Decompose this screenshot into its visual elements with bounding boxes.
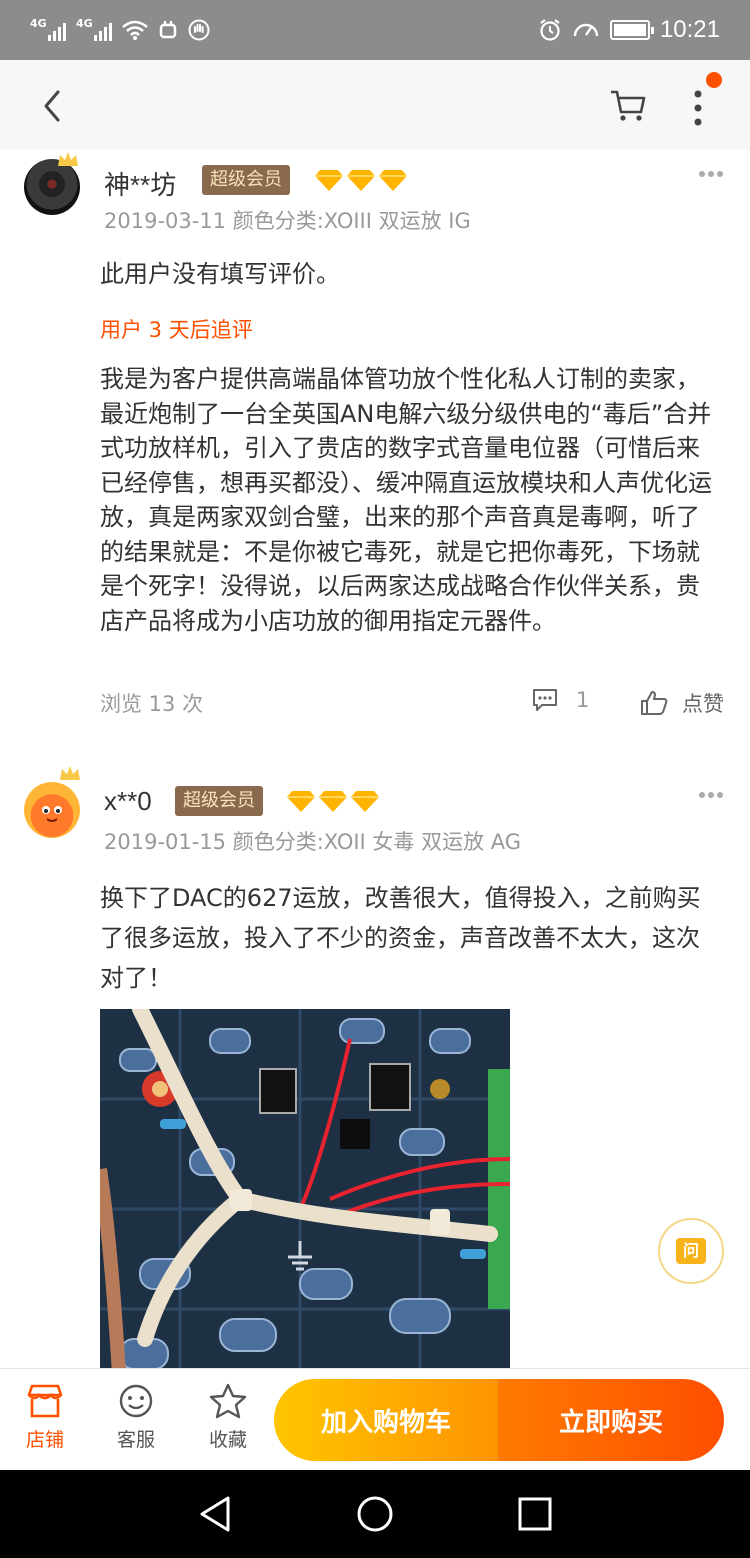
diamond-icon xyxy=(287,791,315,812)
mascot-face-icon xyxy=(42,806,62,822)
signal-icon: 4G xyxy=(76,17,112,41)
comment-count: 1 xyxy=(576,688,590,712)
favorite-button[interactable]: 收藏 xyxy=(193,1383,263,1452)
vip-badge: 超级会员 xyxy=(175,786,263,816)
ask-icon: 问 xyxy=(676,1238,706,1264)
customer-service-button[interactable]: 客服 xyxy=(101,1383,171,1452)
crown-icon xyxy=(60,766,80,780)
thumbs-up-icon xyxy=(641,691,668,715)
like-button[interactable]: 点赞 xyxy=(640,688,724,718)
review-meta: 2019-01-15 颜色分类:XOII 女毒 双运放 AG xyxy=(104,830,522,854)
wifi-icon xyxy=(122,20,148,40)
status-bar: 4G 4G 10:21 xyxy=(0,0,750,60)
view-count: 浏览 13 次 xyxy=(100,692,204,716)
status-left: 4G 4G xyxy=(30,17,210,41)
system-navigation-bar xyxy=(0,1470,750,1558)
diamond-icon xyxy=(351,791,379,812)
alarm-icon xyxy=(540,19,560,41)
username: x**0 xyxy=(104,786,152,816)
star-icon xyxy=(209,1383,247,1419)
rating-diamonds xyxy=(286,789,380,813)
status-time: 10:21 xyxy=(659,16,720,43)
back-arrow-icon[interactable] xyxy=(36,86,72,126)
rating-diamonds xyxy=(314,168,408,192)
notification-dot xyxy=(706,72,722,88)
network-type-label: 4G xyxy=(30,17,47,30)
review-photo[interactable] xyxy=(100,1009,510,1368)
cart-icon[interactable] xyxy=(608,88,648,124)
username: 神**坊 xyxy=(104,170,177,200)
more-horizontal-icon[interactable] xyxy=(698,791,724,799)
nav-bar xyxy=(0,60,750,150)
review-text: 换下了DAC的627运放，改善很大，值得投入，之前购买了很多运放，投入了不少的资… xyxy=(100,884,701,992)
status-right: 10:21 xyxy=(538,16,720,44)
bottom-action-bar: 店铺 客服 收藏 加入购物车 立即购买 xyxy=(0,1368,750,1470)
hand-icon xyxy=(188,19,210,41)
diamond-icon xyxy=(379,170,407,191)
shop-label: 店铺 xyxy=(25,1429,64,1451)
signal-icon: 4G xyxy=(30,17,66,41)
square-recent-icon[interactable] xyxy=(515,1494,555,1534)
more-vertical-icon[interactable] xyxy=(682,86,714,130)
speed-icon xyxy=(573,23,599,37)
more-horizontal-icon[interactable] xyxy=(698,170,724,178)
usb-icon xyxy=(159,21,177,39)
avatar[interactable] xyxy=(24,782,80,838)
customer-service-icon xyxy=(119,1384,153,1418)
ask-button[interactable]: 问 xyxy=(658,1218,724,1284)
circle-home-icon[interactable] xyxy=(355,1494,395,1534)
battery-icon xyxy=(609,20,654,40)
review-meta: 2019-03-11 颜色分类:XOIII 双运放 IG xyxy=(104,209,471,233)
customer-service-label: 客服 xyxy=(116,1429,155,1451)
append-review-label: 用户 3 天后追评 xyxy=(100,318,253,342)
buy-now-button[interactable]: 立即购买 xyxy=(498,1379,724,1461)
diamond-icon xyxy=(319,791,347,812)
comment-icon xyxy=(533,689,557,711)
review-text: 此用户没有填写评价。 xyxy=(100,260,340,288)
network-type-label: 4G xyxy=(76,17,93,30)
append-review-text: 我是为客户提供高端晶体管功放个性化私人订制的卖家，最近炮制了一台全英国AN电解六… xyxy=(100,365,712,635)
diamond-icon xyxy=(315,170,343,191)
diamond-icon xyxy=(347,170,375,191)
triangle-back-icon[interactable] xyxy=(196,1494,236,1534)
favorite-label: 收藏 xyxy=(208,1429,247,1451)
comment-button[interactable]: 1 xyxy=(532,688,589,712)
crown-icon xyxy=(58,152,78,166)
vip-badge: 超级会员 xyxy=(202,165,290,195)
review-footer: 浏览 13 次 1 点赞 xyxy=(100,688,724,718)
review-list: 神**坊 超级会员 2019-03-11 颜色分类:XOIII 双运放 IG 此… xyxy=(0,150,750,1368)
shop-button[interactable]: 店铺 xyxy=(10,1383,80,1452)
shop-icon xyxy=(27,1384,63,1418)
add-to-cart-button[interactable]: 加入购物车 xyxy=(274,1379,498,1461)
like-label: 点赞 xyxy=(682,692,724,716)
circuit-board-image xyxy=(100,1009,510,1368)
